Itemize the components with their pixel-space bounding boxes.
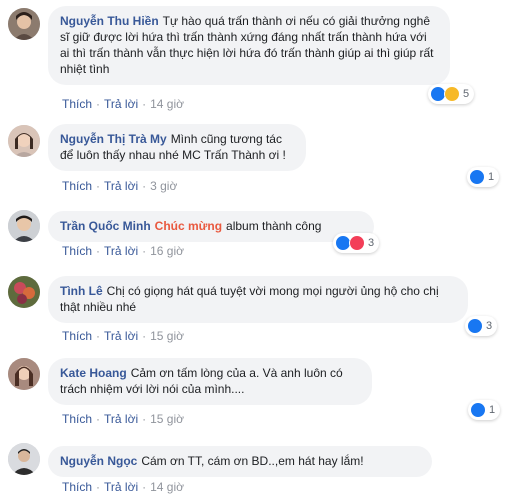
like-button[interactable]: Thích <box>62 480 92 494</box>
reaction-summary[interactable]: 1 <box>467 167 500 187</box>
comment-actions: Thích · Trả lời · 16 giờ <box>62 244 184 258</box>
like-button[interactable]: Thích <box>62 244 92 258</box>
commenter-name[interactable]: Nguyễn Ngọc <box>60 454 137 468</box>
comment-bubble: Tình Lê Chị có giọng hát quá tuyệt vời mo… <box>48 276 468 323</box>
reaction-count: 5 <box>463 88 470 100</box>
commenter-name[interactable]: Nguyễn Thị Trà My <box>60 132 167 146</box>
reply-button[interactable]: Trả lời <box>104 97 138 111</box>
comment-actions: Thích · Trả lời · 14 giờ <box>62 480 184 494</box>
reply-button[interactable]: Trả lời <box>104 179 138 193</box>
comment-actions: Thích · Trả lời · 15 giờ <box>62 329 184 343</box>
commenter-name[interactable]: Kate Hoang <box>60 366 127 380</box>
comment-text: album thành công <box>226 219 322 233</box>
comment-bubble: Nguyễn Ngọc Cám ơn TT, cám ơn BD..,em hát… <box>48 446 432 477</box>
reaction-summary[interactable]: 3 <box>465 316 498 336</box>
reply-button[interactable]: Trả lời <box>104 412 138 426</box>
reaction-count: 1 <box>489 404 496 416</box>
avatar[interactable] <box>8 8 40 40</box>
reaction-summary[interactable]: 5 <box>428 84 475 104</box>
like-icon <box>467 318 483 334</box>
avatar[interactable] <box>8 276 40 308</box>
comment-bubble: Kate Hoang Cảm ơn tấm lòng của a. Và anh … <box>48 358 372 405</box>
comment-time[interactable]: 16 giờ <box>150 244 184 258</box>
avatar[interactable] <box>8 358 40 390</box>
comment-bubble: Nguyễn Thị Trà My Mình cũng tương tác để … <box>48 124 306 171</box>
commenter-name[interactable]: Tình Lê <box>60 284 103 298</box>
comment-bubble: Nguyễn Thu Hiền Tự hào quá trấn thành ơi … <box>48 6 450 85</box>
avatar[interactable] <box>8 210 40 242</box>
reaction-count: 1 <box>488 171 495 183</box>
reaction-count: 3 <box>486 320 493 332</box>
reaction-summary[interactable]: 1 <box>468 400 501 420</box>
reaction-count: 3 <box>368 237 375 249</box>
comment-time[interactable]: 15 giờ <box>150 412 184 426</box>
commenter-name[interactable]: Nguyễn Thu Hiền <box>60 14 159 28</box>
haha-icon <box>444 86 460 102</box>
like-button[interactable]: Thích <box>62 412 92 426</box>
like-button[interactable]: Thích <box>62 179 92 193</box>
avatar[interactable] <box>8 443 40 475</box>
commenter-name[interactable]: Trần Quốc Minh <box>60 219 151 233</box>
like-icon <box>469 169 485 185</box>
comment-text: Chị có giọng hát quá tuyệt vời mong mọi … <box>60 284 439 314</box>
comment-bubble: Trần Quốc Minh Chúc mừng album thành công <box>48 211 374 242</box>
reaction-summary[interactable]: 3 <box>333 233 380 253</box>
comment-actions: Thích · Trả lời · 14 giờ <box>62 97 184 111</box>
reply-button[interactable]: Trả lời <box>104 244 138 258</box>
comment-actions: Thích · Trả lời · 15 giờ <box>62 412 184 426</box>
comment-text: Cám ơn TT, cám ơn BD..,em hát hay lắm! <box>141 454 364 468</box>
like-icon <box>470 402 486 418</box>
avatar[interactable] <box>8 125 40 157</box>
comment-time[interactable]: 14 giờ <box>150 480 184 494</box>
like-button[interactable]: Thích <box>62 97 92 111</box>
comment-time[interactable]: 14 giờ <box>150 97 184 111</box>
comment-time[interactable]: 15 giờ <box>150 329 184 343</box>
comment-actions: Thích · Trả lời · 3 giờ <box>62 179 178 193</box>
highlighted-word: Chúc mừng <box>154 219 223 233</box>
love-icon <box>349 235 365 251</box>
reply-button[interactable]: Trả lời <box>104 480 138 494</box>
like-button[interactable]: Thích <box>62 329 92 343</box>
comment-time[interactable]: 3 giờ <box>150 179 177 193</box>
reply-button[interactable]: Trả lời <box>104 329 138 343</box>
